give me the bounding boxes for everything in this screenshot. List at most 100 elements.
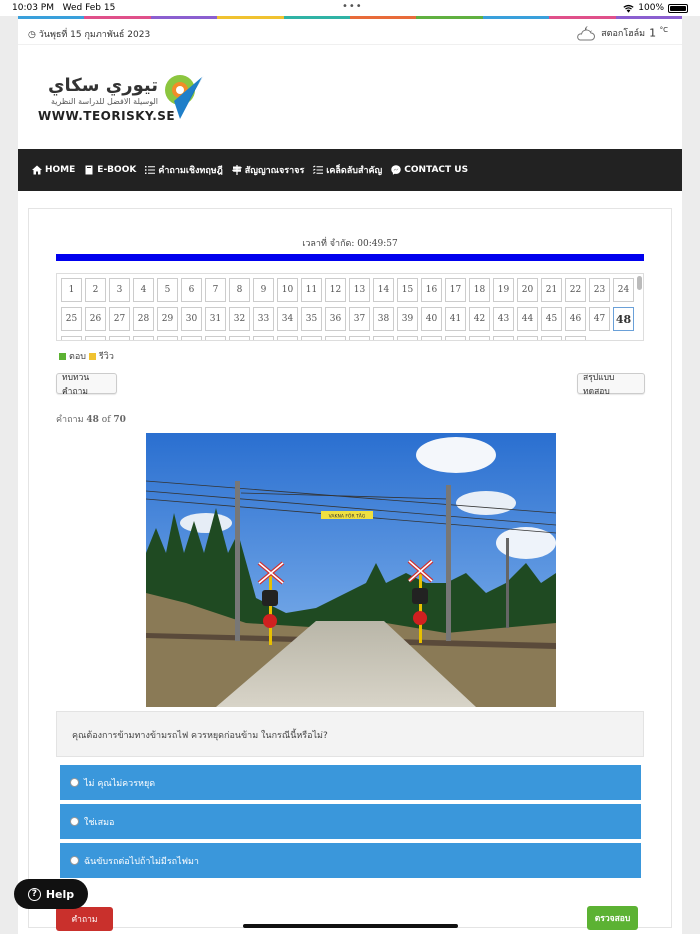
question-number-46[interactable]: 46 bbox=[565, 307, 586, 331]
question-number-13[interactable]: 13 bbox=[349, 278, 370, 302]
previous-question-button[interactable]: คำถาม bbox=[56, 907, 113, 931]
question-number-42[interactable]: 42 bbox=[469, 307, 490, 331]
question-number-63[interactable]: 63 bbox=[397, 336, 418, 340]
question-number-12[interactable]: 12 bbox=[325, 278, 346, 302]
question-number-67[interactable]: 67 bbox=[493, 336, 514, 340]
question-number-36[interactable]: 36 bbox=[325, 307, 346, 331]
quiz-summary-button[interactable]: สรุปแบบทดสอบ bbox=[577, 373, 645, 397]
question-number-25[interactable]: 25 bbox=[61, 307, 82, 331]
question-number-38[interactable]: 38 bbox=[373, 307, 394, 331]
question-number-31[interactable]: 31 bbox=[205, 307, 226, 331]
question-number-1[interactable]: 1 bbox=[61, 278, 82, 302]
weather-city: สตอกโฮล์ม bbox=[601, 29, 646, 39]
question-number-55[interactable]: 55 bbox=[205, 336, 226, 340]
question-number-27[interactable]: 27 bbox=[109, 307, 130, 331]
question-number-47[interactable]: 47 bbox=[589, 307, 610, 331]
nav-ebook[interactable]: E-BOOK bbox=[84, 165, 136, 175]
question-number-34[interactable]: 34 bbox=[277, 307, 298, 331]
question-number-4[interactable]: 4 bbox=[133, 278, 154, 302]
question-number-53[interactable]: 53 bbox=[157, 336, 178, 340]
status-bar: 10:03 PM Wed Feb 15 ••• 100% bbox=[0, 0, 700, 16]
question-number-70[interactable]: 70 bbox=[565, 336, 586, 340]
radio-button[interactable] bbox=[70, 817, 79, 826]
question-number-57[interactable]: 57 bbox=[253, 336, 274, 340]
radio-button[interactable] bbox=[70, 856, 79, 865]
question-number-2[interactable]: 2 bbox=[85, 278, 106, 302]
question-number-35[interactable]: 35 bbox=[301, 307, 322, 331]
answered-label: ตอบ bbox=[69, 352, 86, 362]
question-number-58[interactable]: 58 bbox=[277, 336, 298, 340]
question-number-39[interactable]: 39 bbox=[397, 307, 418, 331]
question-number-68[interactable]: 68 bbox=[517, 336, 538, 340]
question-number-41[interactable]: 41 bbox=[445, 307, 466, 331]
question-number-7[interactable]: 7 bbox=[205, 278, 226, 302]
question-number-24[interactable]: 24 bbox=[613, 278, 634, 302]
radio-button[interactable] bbox=[70, 778, 79, 787]
question-number-16[interactable]: 16 bbox=[421, 278, 442, 302]
weather-widget: สตอกโฮล์ม 1 °C bbox=[575, 25, 668, 41]
home-indicator[interactable] bbox=[243, 924, 458, 928]
question-number-9[interactable]: 9 bbox=[253, 278, 274, 302]
question-number-56[interactable]: 56 bbox=[229, 336, 250, 340]
question-number-5[interactable]: 5 bbox=[157, 278, 178, 302]
question-number-65[interactable]: 65 bbox=[445, 336, 466, 340]
question-number-15[interactable]: 15 bbox=[397, 278, 418, 302]
question-number-28[interactable]: 28 bbox=[133, 307, 154, 331]
question-number-20[interactable]: 20 bbox=[517, 278, 538, 302]
question-number-30[interactable]: 30 bbox=[181, 307, 202, 331]
question-number-59[interactable]: 59 bbox=[301, 336, 322, 340]
question-number-29[interactable]: 29 bbox=[157, 307, 178, 331]
question-number-21[interactable]: 21 bbox=[541, 278, 562, 302]
question-number-44[interactable]: 44 bbox=[517, 307, 538, 331]
review-question-button[interactable]: ทบทวนคำถาม bbox=[56, 373, 117, 397]
question-number-18[interactable]: 18 bbox=[469, 278, 490, 302]
question-number-52[interactable]: 52 bbox=[133, 336, 154, 340]
question-number-37[interactable]: 37 bbox=[349, 307, 370, 331]
question-number-23[interactable]: 23 bbox=[589, 278, 610, 302]
navigator-scrollbar[interactable] bbox=[637, 276, 642, 290]
logo-url: WWW.TEORISKY.SE bbox=[38, 109, 176, 123]
question-number-51[interactable]: 51 bbox=[109, 336, 130, 340]
question-number-26[interactable]: 26 bbox=[85, 307, 106, 331]
question-number-43[interactable]: 43 bbox=[493, 307, 514, 331]
help-button[interactable]: ? Help bbox=[14, 879, 88, 909]
nav-theory-questions[interactable]: คำถามเชิงทฤษฎี bbox=[145, 163, 223, 177]
nav-contact-us[interactable]: CONTACT US bbox=[391, 165, 468, 175]
site-logo[interactable]: تيوري سكاي الوسيلة الافضل للدراسة النظري… bbox=[38, 75, 176, 123]
question-number-62[interactable]: 62 bbox=[373, 336, 394, 340]
question-number-33[interactable]: 33 bbox=[253, 307, 274, 331]
question-number-14[interactable]: 14 bbox=[373, 278, 394, 302]
quiz-timer: เวลาที่ จำกัด: 00:49:57 bbox=[302, 239, 398, 249]
answer-option-1[interactable]: ไม่ คุณไม่ควรหยุด bbox=[60, 765, 641, 800]
nav-important-tips[interactable]: เคล็ดลับสำคัญ bbox=[313, 163, 382, 177]
question-number-19[interactable]: 19 bbox=[493, 278, 514, 302]
answer-option-2[interactable]: ใช่เสมอ bbox=[60, 804, 641, 839]
question-number-17[interactable]: 17 bbox=[445, 278, 466, 302]
question-number-11[interactable]: 11 bbox=[301, 278, 322, 302]
question-number-64[interactable]: 64 bbox=[421, 336, 442, 340]
question-number-40[interactable]: 40 bbox=[421, 307, 442, 331]
question-number-10[interactable]: 10 bbox=[277, 278, 298, 302]
question-number-3[interactable]: 3 bbox=[109, 278, 130, 302]
question-number-6[interactable]: 6 bbox=[181, 278, 202, 302]
nav-traffic-signs[interactable]: สัญญาณจราจร bbox=[231, 163, 304, 177]
question-number-22[interactable]: 22 bbox=[565, 278, 586, 302]
question-number-48[interactable]: 48 bbox=[613, 307, 634, 331]
multitasking-dots-icon[interactable]: ••• bbox=[342, 1, 363, 12]
answer-option-3[interactable]: ฉันขับรถต่อไปถ้าไม่มีรถไฟมา bbox=[60, 843, 641, 878]
question-number-45[interactable]: 45 bbox=[541, 307, 562, 331]
question-number-49[interactable]: 49 bbox=[61, 336, 82, 340]
nav-home[interactable]: HOME bbox=[32, 165, 75, 175]
question-number-8[interactable]: 8 bbox=[229, 278, 250, 302]
question-number-69[interactable]: 69 bbox=[541, 336, 562, 340]
question-number-60[interactable]: 60 bbox=[325, 336, 346, 340]
question-number-66[interactable]: 66 bbox=[469, 336, 490, 340]
question-number-61[interactable]: 61 bbox=[349, 336, 370, 340]
check-answer-button[interactable]: ตรวจสอบ bbox=[587, 906, 638, 930]
question-number-54[interactable]: 54 bbox=[181, 336, 202, 340]
status-time: 10:03 PM Wed Feb 15 bbox=[12, 3, 116, 13]
quiz-panel: เวลาที่ จำกัด: 00:49:57 1 2 3 4 5 6 7 8 9 10 11 12 1… bbox=[28, 208, 672, 931]
question-number-50[interactable]: 50 bbox=[85, 336, 106, 340]
question-number-32[interactable]: 32 bbox=[229, 307, 250, 331]
question-text: คุณต้องการข้ามทางข้ามรถไฟ ควรหยุดก่อนข้า… bbox=[56, 711, 644, 757]
